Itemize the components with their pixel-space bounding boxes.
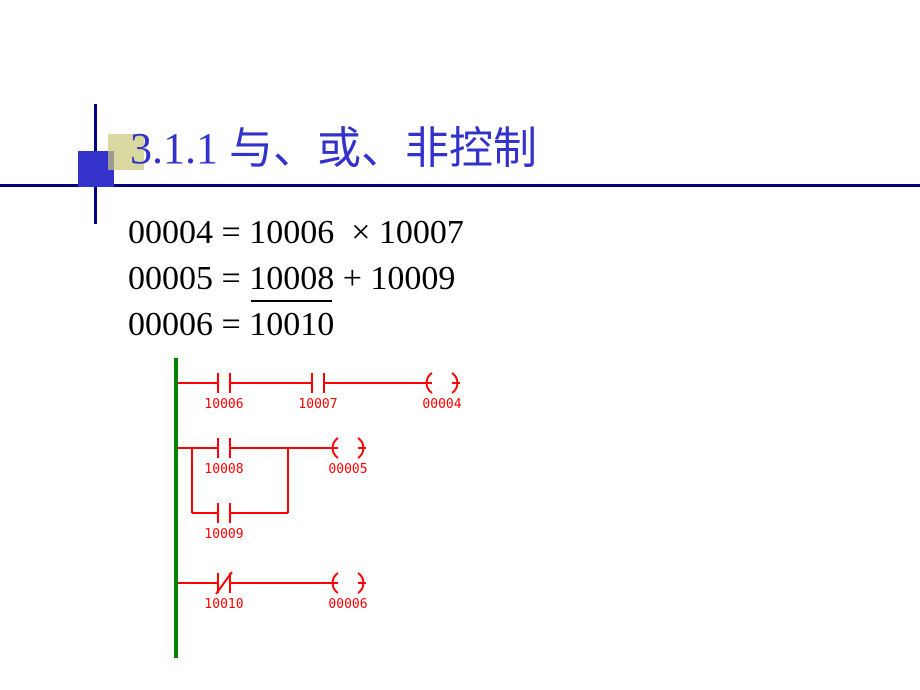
ladder-diagram: 10006 10007 00004 10008 00005 10009 1001…: [172, 358, 522, 658]
contact-nc-icon: [206, 572, 242, 594]
contact-no-icon: [300, 373, 336, 393]
coil-icon: [330, 573, 366, 593]
eq1-a: 10006: [249, 214, 334, 251]
contact-no-icon: [206, 373, 242, 393]
rung3-contact1-label: 10010: [204, 597, 243, 612]
rung-2: 10008 00005 10009: [178, 438, 368, 542]
section-title: 3.1.1 与、或、非控制: [130, 112, 537, 176]
eq3-lhs: 00006: [128, 306, 213, 343]
eq1-b: 10007: [379, 214, 464, 251]
eq2-a: 10008: [249, 260, 334, 297]
rung1-contact2-label: 10007: [298, 397, 337, 412]
eq1-eq: =: [222, 214, 241, 251]
equation-or: 00005 = 10008 + 10009: [128, 256, 464, 302]
rung2-coil-label: 00005: [328, 462, 367, 477]
contact-no-icon: [206, 503, 242, 523]
logic-equations: 00004 = 10006 × 10007 00005 = 10008 + 10…: [128, 210, 464, 348]
rung2-contact1-label: 10008: [204, 462, 243, 477]
rung2-contact2-label: 10009: [204, 527, 243, 542]
equation-not: 00006 = 10010: [128, 302, 464, 348]
rung1-contact1-label: 10006: [204, 397, 243, 412]
rung3-coil-label: 00006: [328, 597, 367, 612]
rung-3: 10010 00006: [178, 572, 368, 612]
eq3-eq: =: [222, 306, 241, 343]
coil-icon: [330, 438, 366, 458]
eq2-lhs: 00005: [128, 260, 213, 297]
eq2-sym: +: [343, 260, 362, 297]
coil-icon: [424, 373, 460, 393]
eq3-a-overline: 10010: [249, 302, 334, 348]
eq2-eq: =: [222, 260, 241, 297]
equation-and: 00004 = 10006 × 10007: [128, 210, 464, 256]
eq1-lhs: 00004: [128, 214, 213, 251]
rung-1: 10006 10007 00004: [178, 373, 462, 412]
contact-no-icon: [206, 438, 242, 458]
eq2-b: 10009: [370, 260, 455, 297]
eq1-sym: ×: [351, 214, 370, 251]
rung1-coil-label: 00004: [422, 397, 461, 412]
